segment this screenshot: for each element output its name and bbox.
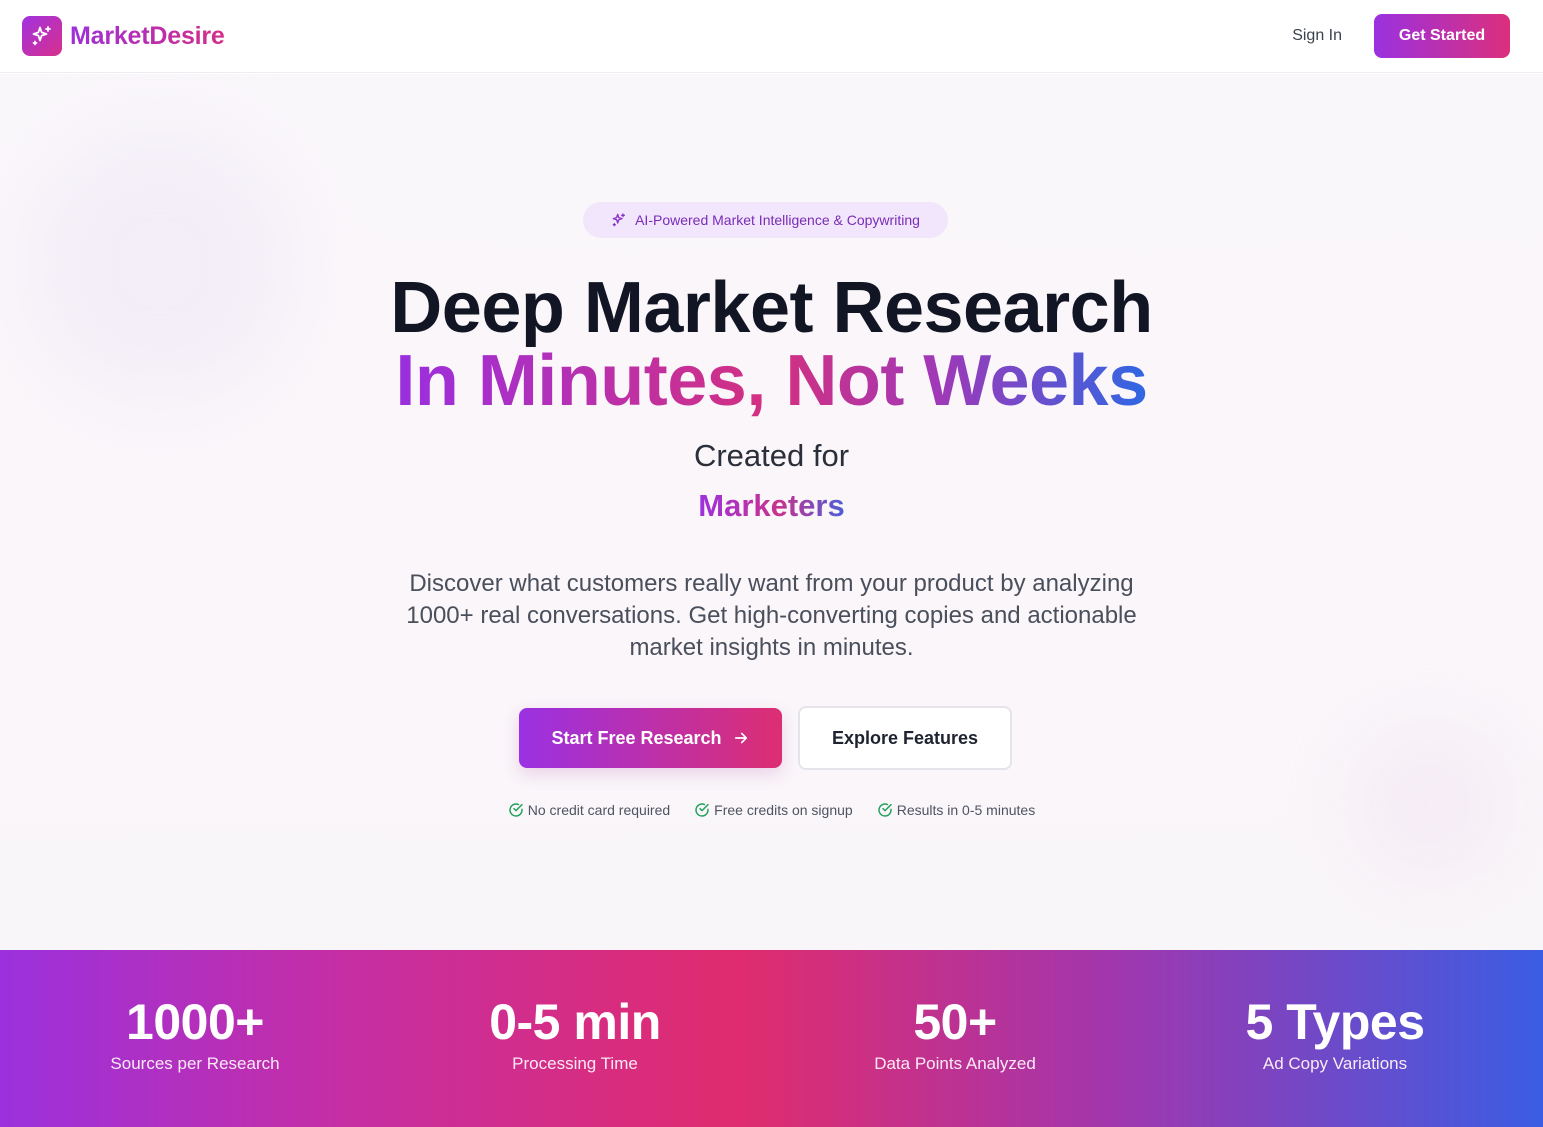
sign-in-link[interactable]: Sign In bbox=[1292, 27, 1342, 45]
check-circle-icon bbox=[877, 803, 892, 817]
stat-ad-copy-types: 5 Types Ad Copy Variations bbox=[1145, 950, 1525, 1127]
start-free-research-button[interactable]: Start Free Research bbox=[519, 708, 782, 768]
check-circle-icon bbox=[509, 803, 523, 817]
explore-features-button[interactable]: Explore Features bbox=[798, 706, 1012, 770]
sparkles-icon bbox=[612, 213, 626, 227]
logo[interactable] bbox=[22, 16, 62, 56]
stat-value: 1000+ bbox=[126, 994, 264, 1050]
top-navbar: MarketDesire Sign In Get Started bbox=[0, 0, 1543, 73]
stat-label: Data Points Analyzed bbox=[874, 1054, 1036, 1073]
check-circle-icon bbox=[695, 803, 709, 817]
stat-processing-time: 0-5 min Processing Time bbox=[385, 950, 765, 1127]
stat-label: Sources per Research bbox=[110, 1054, 280, 1073]
arrow-right-icon bbox=[734, 732, 747, 744]
perks-list: No credit card required Free credits on … bbox=[0, 802, 1543, 818]
brand-name[interactable]: MarketDesire bbox=[70, 22, 225, 51]
perk-item: Free credits on signup bbox=[694, 802, 853, 818]
get-started-button[interactable]: Get Started bbox=[1374, 14, 1510, 58]
perk-text: Free credits on signup bbox=[714, 802, 853, 818]
stat-data-points: 50+ Data Points Analyzed bbox=[765, 950, 1145, 1127]
brand[interactable]: MarketDesire bbox=[22, 16, 225, 56]
created-for-label: Created for bbox=[693, 438, 850, 473]
audience-text: Marketers bbox=[698, 488, 845, 523]
stat-sources: 1000+ Sources per Research bbox=[5, 950, 385, 1127]
start-free-research-label: Start Free Research bbox=[551, 727, 722, 748]
perk-text: No credit card required bbox=[527, 802, 671, 818]
headline-gradient: In Minutes, Not Weeks bbox=[0, 339, 1543, 423]
stat-value: 50+ bbox=[913, 994, 997, 1050]
hero-description: Discover what customers really want from… bbox=[406, 570, 1137, 661]
stat-value: 0-5 min bbox=[489, 994, 661, 1050]
stat-value: 5 Types bbox=[1245, 994, 1426, 1050]
sparkles-icon bbox=[32, 26, 51, 46]
feature-badge: AI-Powered Market Intelligence & Copywri… bbox=[583, 202, 948, 238]
perk-text: Results in 0-5 minutes bbox=[896, 802, 1036, 818]
stat-label: Processing Time bbox=[512, 1054, 638, 1073]
stat-label: Ad Copy Variations bbox=[1262, 1054, 1408, 1073]
audience-rotator: Marketers bbox=[0, 486, 1543, 526]
perk-item: No credit card required bbox=[508, 802, 670, 818]
hero-section: AI-Powered Market Intelligence & Copywri… bbox=[0, 74, 1543, 950]
headline-primary: Deep Market Research bbox=[390, 268, 1153, 348]
stats-band: 1000+ Sources per Research 0-5 min Proce… bbox=[0, 950, 1543, 1127]
badge-text: AI-Powered Market Intelligence & Copywri… bbox=[635, 212, 920, 228]
perk-item: Results in 0-5 minutes bbox=[877, 802, 1036, 818]
headline-gradient-text: In Minutes, Not Weeks bbox=[395, 341, 1148, 421]
